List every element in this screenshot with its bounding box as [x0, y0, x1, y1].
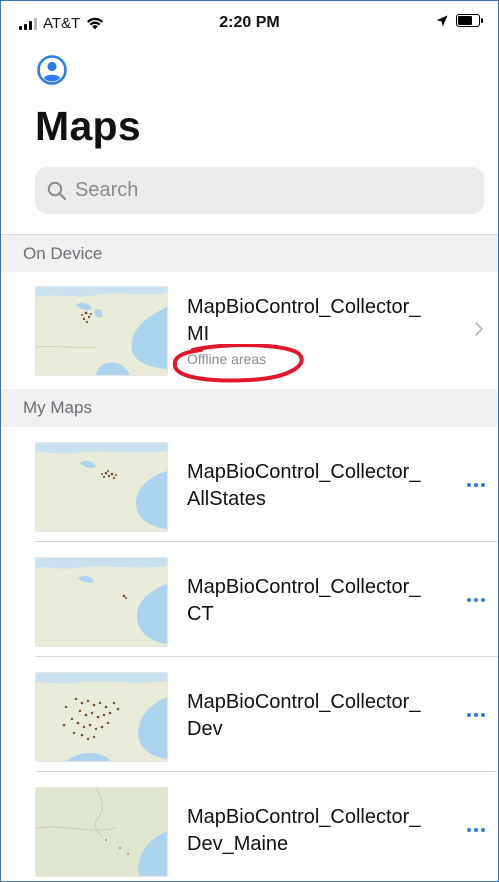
map-title-line2: CT: [187, 603, 214, 625]
more-icon[interactable]: [467, 598, 485, 602]
search-icon: [47, 181, 67, 200]
map-title: MapBioControl_Collector_ AllStates: [187, 459, 457, 513]
section-header-my-maps: My Maps: [1, 389, 498, 427]
map-title: MapBioControl_Collector_ CT: [187, 574, 457, 628]
map-list-item-dev-maine[interactable]: MapBioControl_Collector_ Dev_Maine: [1, 772, 498, 881]
map-title: MapBioControl_Collector_ Dev_Maine: [187, 804, 457, 858]
search-bar[interactable]: [35, 167, 484, 214]
map-thumbnail: [35, 286, 168, 376]
map-title-line1: MapBioControl_Collector_: [187, 576, 421, 598]
section-header-on-device: On Device: [1, 234, 498, 272]
map-thumbnail: [35, 672, 168, 762]
map-thumbnail: [35, 442, 168, 532]
map-title-line1: MapBioControl_Collector_: [187, 691, 421, 713]
search-input[interactable]: [73, 178, 457, 203]
more-icon[interactable]: [467, 828, 485, 832]
person-circle-icon[interactable]: [37, 55, 67, 85]
map-list-item-allstates[interactable]: MapBioControl_Collector_ AllStates: [1, 427, 498, 542]
more-icon[interactable]: [467, 483, 485, 487]
map-title-line1: MapBioControl_Collector_: [187, 806, 421, 828]
map-title-line1: MapBioControl_Collector_: [187, 461, 421, 483]
map-title-line2: Dev_Maine: [187, 833, 289, 855]
map-title-line1: MapBioControl_Collector_: [187, 296, 421, 318]
page-title: Maps: [35, 103, 142, 149]
map-list-item-mi[interactable]: MapBioControl_Collector_ MI Offline area…: [1, 272, 498, 389]
status-bar: AT&T 2:20 PM: [1, 1, 498, 45]
map-title: MapBioControl_Collector_ MI: [187, 294, 457, 348]
status-time: 2:20 PM: [219, 14, 280, 31]
map-thumbnail: [35, 557, 168, 647]
app-frame: AT&T 2:20 PM Maps On Device: [0, 0, 499, 882]
location-arrow-icon: [436, 15, 448, 26]
map-title-line2: Dev: [187, 718, 223, 740]
map-list-item-ct[interactable]: MapBioControl_Collector_ CT: [1, 542, 498, 657]
chevron-right-icon[interactable]: [474, 321, 484, 337]
map-title: MapBioControl_Collector_ Dev: [187, 689, 457, 743]
map-thumbnail: [35, 787, 168, 877]
map-title-line2: AllStates: [187, 488, 266, 510]
battery-icon: [456, 14, 483, 27]
map-list-item-dev[interactable]: MapBioControl_Collector_ Dev: [1, 657, 498, 772]
more-icon[interactable]: [467, 713, 485, 717]
red-annotation-circle: [172, 344, 304, 383]
status-right: [436, 14, 483, 27]
